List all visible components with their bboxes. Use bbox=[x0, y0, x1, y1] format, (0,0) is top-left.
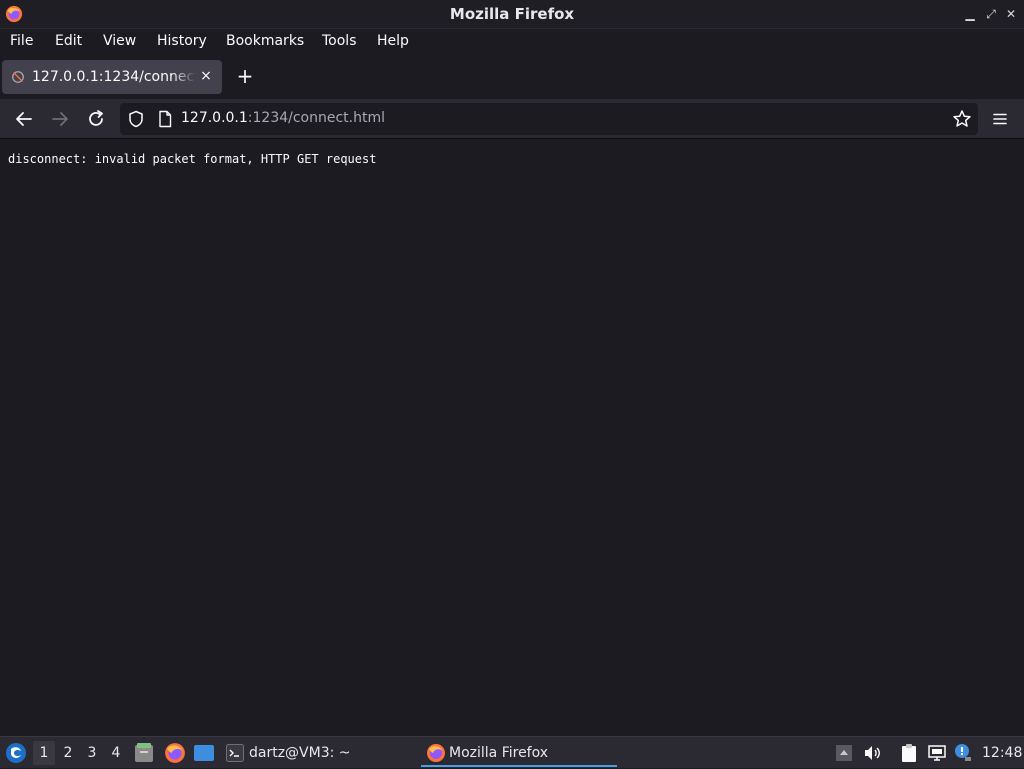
firefox-task[interactable]: Mozilla Firefox bbox=[421, 739, 617, 767]
hamburger-menu-icon[interactable] bbox=[990, 109, 1010, 129]
tab-close-icon[interactable]: × bbox=[198, 68, 214, 84]
url-path: :1234/connect.html bbox=[247, 110, 386, 126]
url-bar[interactable]: 127.0.0.1:1234/connect.html bbox=[120, 103, 978, 135]
firefox-task-label: Mozilla Firefox bbox=[449, 745, 549, 761]
new-tab-button[interactable]: + bbox=[234, 65, 256, 87]
firefox-launcher-icon[interactable] bbox=[164, 742, 186, 764]
menu-view[interactable]: View bbox=[103, 33, 136, 49]
close-window-icon[interactable]: ✕ bbox=[1003, 6, 1019, 22]
back-arrow-icon[interactable] bbox=[13, 108, 35, 130]
forward-arrow-icon[interactable] bbox=[49, 108, 71, 130]
maximize-icon[interactable]: ⤢ bbox=[983, 6, 999, 22]
window-titlebar: Mozilla Firefox ▁ ⤢ ✕ bbox=[0, 0, 1024, 29]
workspace-3[interactable]: 3 bbox=[81, 741, 103, 765]
workspace-4[interactable]: 4 bbox=[105, 741, 127, 765]
file-manager-icon[interactable] bbox=[134, 742, 154, 764]
minimize-icon[interactable]: ▁ bbox=[962, 6, 978, 22]
navigation-toolbar: 127.0.0.1:1234/connect.html bbox=[0, 99, 1024, 139]
tab-bar: 127.0.0.1:1234/connect.html × + bbox=[0, 56, 1024, 99]
show-desktop-icon[interactable] bbox=[193, 743, 215, 763]
workspace-2[interactable]: 2 bbox=[57, 741, 79, 765]
page-content: disconnect: invalid packet format, HTTP … bbox=[0, 140, 1024, 736]
clipboard-icon[interactable] bbox=[899, 743, 919, 763]
menu-tools[interactable]: Tools bbox=[322, 33, 357, 49]
menu-bar: File Edit View History Bookmarks Tools H… bbox=[0, 29, 1024, 56]
start-menu-icon[interactable] bbox=[5, 742, 27, 764]
url-text[interactable]: 127.0.0.1:1234/connect.html bbox=[181, 110, 385, 126]
network-icon[interactable] bbox=[927, 743, 947, 763]
tab-label: 127.0.0.1:1234/connect.html bbox=[32, 69, 196, 85]
tab-connect[interactable]: 127.0.0.1:1234/connect.html × bbox=[2, 60, 222, 94]
url-host: 127.0.0.1 bbox=[181, 110, 248, 126]
volume-icon[interactable] bbox=[862, 743, 882, 763]
firefox-task-icon bbox=[427, 744, 445, 762]
menu-bookmarks[interactable]: Bookmarks bbox=[226, 33, 304, 49]
workspace-1[interactable]: 1 bbox=[33, 741, 55, 765]
notification-icon[interactable] bbox=[953, 743, 973, 763]
bookmark-star-icon[interactable] bbox=[952, 109, 972, 129]
terminal-icon bbox=[226, 744, 244, 762]
page-icon[interactable] bbox=[157, 110, 173, 128]
reload-icon[interactable] bbox=[85, 108, 107, 130]
menu-history[interactable]: History bbox=[157, 33, 207, 49]
window-title: Mozilla Firefox bbox=[449, 5, 575, 23]
terminal-task-label: dartz@VM3: ~ bbox=[249, 745, 351, 761]
menu-edit[interactable]: Edit bbox=[55, 33, 82, 49]
menu-help[interactable]: Help bbox=[377, 33, 409, 49]
page-text: disconnect: invalid packet format, HTTP … bbox=[8, 152, 377, 166]
menu-file[interactable]: File bbox=[10, 33, 33, 49]
taskbar: 1 2 3 4 dartz@VM3: ~ Mozilla Firefox 12:… bbox=[0, 736, 1024, 768]
tray-up-icon[interactable] bbox=[834, 743, 854, 763]
clock: 12:48 bbox=[982, 745, 1023, 761]
shield-icon[interactable] bbox=[127, 110, 145, 128]
broken-page-icon bbox=[12, 71, 24, 83]
